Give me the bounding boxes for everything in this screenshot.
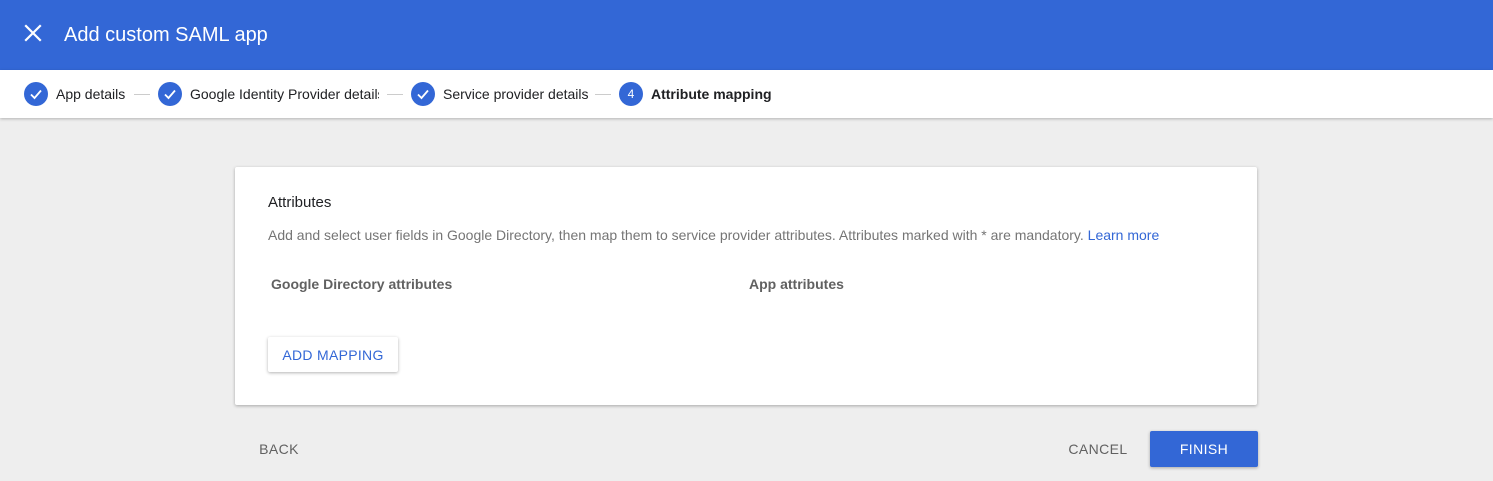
check-icon — [158, 82, 182, 106]
column-header-google-directory: Google Directory attributes — [271, 276, 453, 292]
step-google-idp-details[interactable]: Google Identity Provider details — [158, 70, 379, 118]
step-label: App details — [56, 86, 126, 102]
card-title: Attributes — [268, 194, 332, 211]
step-label: Attribute mapping — [651, 86, 772, 102]
back-button[interactable]: BACK — [244, 431, 314, 467]
close-icon — [24, 23, 42, 47]
step-connector — [595, 94, 611, 95]
description-text: Add and select user fields in Google Dir… — [268, 227, 1084, 243]
page-title: Add custom SAML app — [64, 24, 268, 46]
step-connector — [387, 94, 403, 95]
card-description: Add and select user fields in Google Dir… — [268, 227, 1159, 243]
cancel-button[interactable]: CANCEL — [1062, 431, 1134, 467]
add-mapping-button[interactable]: ADD MAPPING — [268, 337, 398, 372]
close-button[interactable] — [18, 20, 48, 50]
step-service-provider-details[interactable]: Service provider details — [411, 70, 589, 118]
check-icon — [411, 82, 435, 106]
step-app-details[interactable]: App details — [24, 70, 125, 118]
step-label: Service provider details — [443, 86, 589, 102]
stepper: App details Google Identity Provider det… — [0, 70, 1493, 118]
step-number-badge: 4 — [619, 82, 643, 106]
step-label: Google Identity Provider details — [190, 86, 379, 102]
attributes-card: Attributes Add and select user fields in… — [235, 167, 1257, 405]
finish-button[interactable]: FINISH — [1150, 431, 1258, 467]
check-icon — [24, 82, 48, 106]
step-connector — [134, 94, 150, 95]
column-header-app-attributes: App attributes — [749, 276, 844, 292]
learn-more-link[interactable]: Learn more — [1088, 227, 1160, 243]
app-header: Add custom SAML app — [0, 0, 1493, 70]
step-attribute-mapping[interactable]: 4 Attribute mapping — [619, 70, 772, 118]
